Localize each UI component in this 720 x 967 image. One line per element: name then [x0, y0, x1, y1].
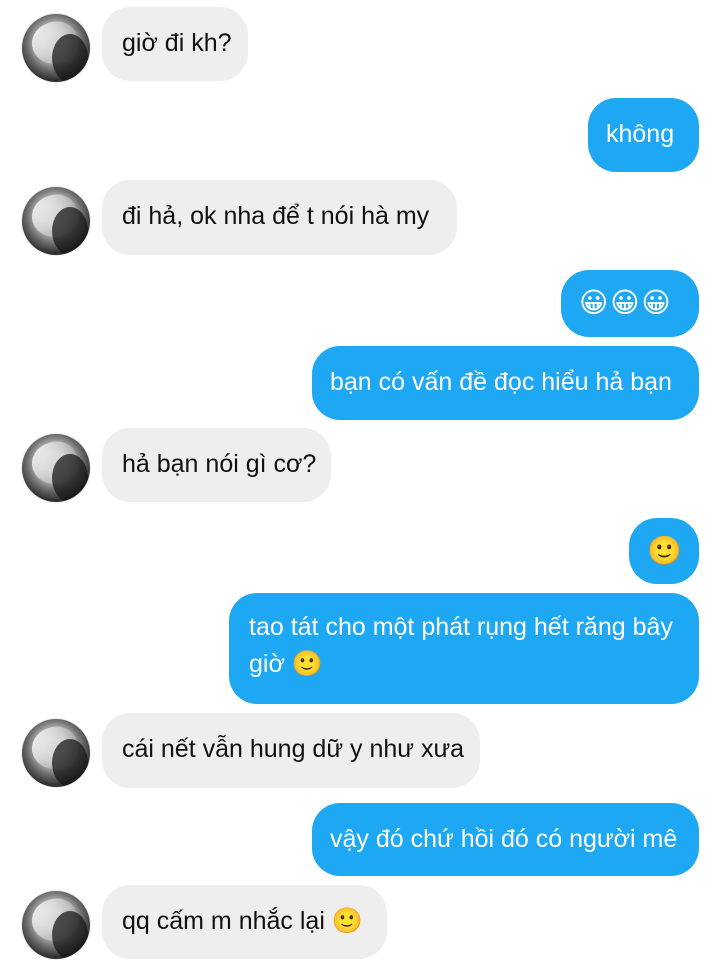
emoji-text: 🙂 — [647, 535, 684, 566]
outgoing-message-bubble[interactable]: vậy đó chứ hồi đó có người mê — [312, 803, 699, 876]
message-text: bạn có vấn đề đọc hiểu hả bạn — [330, 368, 672, 396]
contact-avatar[interactable] — [22, 719, 90, 787]
message-text: vậy đó chứ hồi đó có người mê — [330, 825, 678, 853]
message-text: cái nết vẫn hung dữ y như xưa — [122, 735, 465, 763]
message-text: giờ đi kh? — [122, 29, 232, 57]
incoming-message-bubble[interactable]: cái nết vẫn hung dữ y như xưa — [102, 713, 480, 788]
outgoing-emoji-bubble[interactable]: 🙂 — [629, 518, 699, 584]
message-text: qq cấm m nhắc lại 🙂 — [122, 907, 363, 935]
incoming-message-bubble[interactable]: qq cấm m nhắc lại 🙂 — [102, 885, 387, 959]
incoming-message-bubble[interactable]: giờ đi kh? — [102, 7, 248, 81]
incoming-message-bubble[interactable]: hả bạn nói gì cơ? — [102, 428, 331, 502]
contact-avatar[interactable] — [22, 187, 90, 255]
outgoing-emoji-bubble[interactable]: 😀😀😀 — [561, 270, 699, 337]
message-text: đi hả, ok nha để t nói hà my — [122, 202, 430, 230]
contact-avatar[interactable] — [22, 891, 90, 959]
outgoing-message-bubble[interactable]: không — [588, 98, 699, 172]
contact-avatar[interactable] — [22, 434, 90, 502]
outgoing-message-bubble[interactable]: tao tát cho một phát rụng hết răng bây g… — [229, 593, 699, 704]
message-text: hả bạn nói gì cơ? — [122, 450, 317, 478]
contact-avatar[interactable] — [22, 14, 90, 82]
outgoing-message-bubble[interactable]: bạn có vấn đề đọc hiểu hả bạn — [312, 346, 699, 420]
message-text: tao tát cho một phát rụng hết răng bây g… — [249, 613, 673, 678]
incoming-message-bubble[interactable]: đi hả, ok nha để t nói hà my — [102, 180, 457, 255]
emoji-text: 😀😀😀 — [579, 287, 673, 318]
message-text: không — [606, 120, 675, 148]
